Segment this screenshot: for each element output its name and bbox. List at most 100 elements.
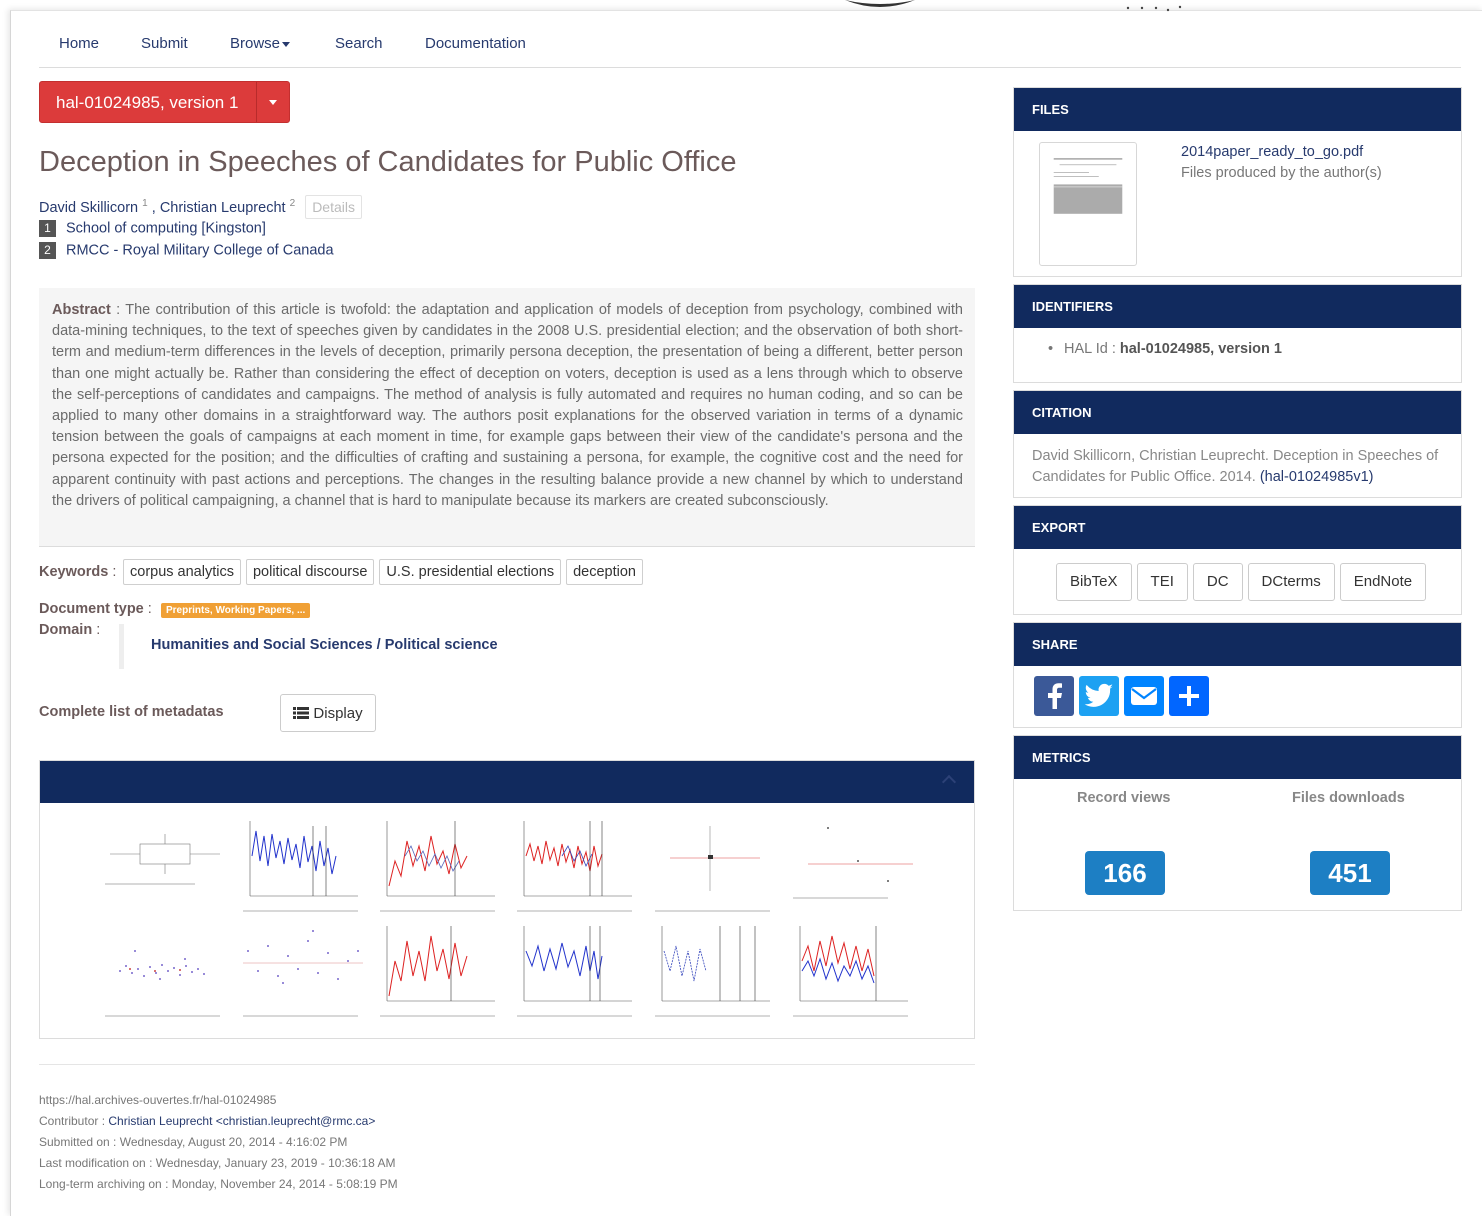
export-dc-button[interactable]: DC xyxy=(1192,563,1243,601)
identifiers-panel: IDENTIFIERS HAL Id : hal-01024985, versi… xyxy=(1013,284,1462,383)
display-label: Display xyxy=(313,704,363,722)
figure-thumbnail[interactable] xyxy=(375,921,505,1021)
nav-documentation[interactable]: Documentation xyxy=(425,35,526,52)
nav-submit[interactable]: Submit xyxy=(141,35,188,52)
metrics-panel: METRICS Record views Files downloads 166… xyxy=(1013,735,1462,911)
domain-label: Domain : xyxy=(39,622,100,638)
domain-separator: / xyxy=(372,637,385,653)
contributor-link[interactable]: Christian Leuprecht <christian.leuprecht… xyxy=(108,1114,375,1128)
caret-down-icon xyxy=(269,100,277,105)
keywords-list: corpus analytics political discourse U.S… xyxy=(123,559,643,585)
keywords-label: Keywords : xyxy=(39,564,116,580)
archiving-line: Long-term archiving on : Monday, Novembe… xyxy=(39,1177,398,1191)
figure-thumbnail[interactable] xyxy=(375,816,505,916)
authors-separator: , xyxy=(147,200,160,216)
figure-thumbnail[interactable] xyxy=(100,816,230,916)
export-endnote-button[interactable]: EndNote xyxy=(1339,563,1427,601)
display-metadata-button[interactable]: Display xyxy=(280,694,376,732)
file-name-link[interactable]: 2014paper_ready_to_go.pdf xyxy=(1181,144,1363,160)
nav-browse-label: Browse xyxy=(230,35,281,52)
export-panel: EXPORT BibTeX TEI DC DCterms EndNote xyxy=(1013,505,1462,615)
affiliation-link[interactable]: School of computing [Kingston] xyxy=(66,220,266,236)
abstract-text: The contribution of this article is twof… xyxy=(52,302,963,509)
list-icon xyxy=(293,707,310,719)
add-share-icon[interactable] xyxy=(1169,676,1209,716)
citation-panel: CITATION David Skillicorn, Christian Leu… xyxy=(1013,390,1462,498)
author-affil-num: 2 xyxy=(289,198,296,210)
contributor-label: Contributor : xyxy=(39,1114,109,1128)
twitter-icon[interactable] xyxy=(1079,676,1119,716)
metadata-label: Complete list of metadatas xyxy=(39,704,224,720)
affiliation-item: 1 School of computing [Kingston] xyxy=(39,220,266,237)
figure-thumbnail[interactable] xyxy=(788,921,918,1021)
record-views-label: Record views xyxy=(1077,790,1171,806)
figures-panel xyxy=(39,760,975,1039)
affiliation-link[interactable]: RMCC - Royal Military College of Canada xyxy=(66,242,334,258)
permalink[interactable]: https://hal.archives-ouvertes.fr/hal-010… xyxy=(39,1093,276,1107)
files-panel: FILES 2014paper_ready_to_go.pdf Files pr… xyxy=(1013,87,1462,277)
logo-text-fragment xyxy=(1126,5,1182,12)
archiving-value: Monday, November 24, 2014 - 5:08:19 PM xyxy=(171,1177,398,1191)
top-navbar: Home Submit Browse Search Documentation xyxy=(39,34,1461,68)
submitted-line: Submitted on : Wednesday, August 20, 201… xyxy=(39,1135,347,1149)
domain-divider xyxy=(119,624,124,669)
domain-label-text: Domain xyxy=(39,622,93,638)
details-button[interactable]: Details xyxy=(305,195,362,219)
version-dropdown-button[interactable]: hal-01024985, version 1 xyxy=(39,81,290,123)
keyword-tag[interactable]: deception xyxy=(566,559,643,585)
export-dcterms-button[interactable]: DCterms xyxy=(1247,563,1335,601)
email-icon[interactable] xyxy=(1124,676,1164,716)
label-separator: : xyxy=(143,601,152,617)
hal-id: HAL Id : hal-01024985, version 1 xyxy=(1048,341,1282,357)
domain-link-sub[interactable]: Political science xyxy=(385,637,498,653)
pdf-thumbnail[interactable] xyxy=(1039,142,1137,266)
contributor-line: Contributor : Christian Leuprecht <chris… xyxy=(39,1114,375,1128)
hal-id-label: HAL Id : xyxy=(1064,341,1120,357)
hal-id-value: hal-01024985, version 1 xyxy=(1119,341,1282,357)
figures-panel-header xyxy=(40,761,974,803)
abstract-label: Abstract xyxy=(52,302,111,318)
lastmod-value: Wednesday, January 23, 2019 - 10:36:18 A… xyxy=(155,1156,396,1170)
domain-link-main[interactable]: Humanities and Social Sciences xyxy=(151,637,373,653)
export-buttons: BibTeX TEI DC DCterms EndNote xyxy=(1056,563,1427,601)
facebook-icon[interactable] xyxy=(1034,676,1074,716)
lastmod-line: Last modification on : Wednesday, Januar… xyxy=(39,1156,395,1170)
citation-body: David Skillicorn, Christian Leuprecht. D… xyxy=(1032,448,1439,485)
keyword-tag[interactable]: U.S. presidential elections xyxy=(379,559,562,585)
figure-thumbnail[interactable] xyxy=(788,816,918,916)
author-link[interactable]: David Skillicorn xyxy=(39,200,138,216)
metrics-heading: METRICS xyxy=(1014,736,1461,779)
abstract-label-separator: : xyxy=(110,302,126,318)
figure-thumbnail[interactable] xyxy=(238,921,368,1021)
export-tei-button[interactable]: TEI xyxy=(1136,563,1188,601)
label-separator: : xyxy=(92,622,101,638)
doctype-label-text: Document type xyxy=(39,601,144,617)
figure-thumbnail[interactable] xyxy=(238,816,368,916)
file-subtitle: Files produced by the author(s) xyxy=(1181,165,1382,181)
submitted-label: Submitted on : xyxy=(39,1135,120,1149)
chevron-up-icon[interactable] xyxy=(941,774,957,790)
keyword-tag[interactable]: corpus analytics xyxy=(123,559,241,585)
figure-thumbnail[interactable] xyxy=(650,816,780,916)
figure-thumbnail[interactable] xyxy=(512,921,642,1021)
page-title: Deception in Speeches of Candidates for … xyxy=(39,146,737,178)
citation-heading: CITATION xyxy=(1014,391,1461,434)
nav-home[interactable]: Home xyxy=(59,35,99,52)
nav-browse[interactable]: Browse xyxy=(230,35,291,52)
figure-thumbnail[interactable] xyxy=(650,921,780,1021)
figure-thumbnail[interactable] xyxy=(512,816,642,916)
keyword-tag[interactable]: political discourse xyxy=(245,559,375,585)
doctype-label: Document type : xyxy=(39,601,152,617)
caret-down-icon xyxy=(282,41,291,47)
export-heading: EXPORT xyxy=(1014,506,1461,549)
doctype-badge: Preprints, Working Papers, ... xyxy=(161,603,311,618)
export-bibtex-button[interactable]: BibTeX xyxy=(1056,563,1132,601)
citation-link[interactable]: (hal-01024985v1) xyxy=(1260,469,1374,485)
nav-search[interactable]: Search xyxy=(335,35,383,52)
author-link[interactable]: Christian Leuprecht xyxy=(160,200,286,216)
files-downloads-count: 451 xyxy=(1310,851,1390,895)
figure-thumbnail[interactable] xyxy=(100,921,230,1021)
logo-fragment xyxy=(845,0,915,7)
record-views-count: 166 xyxy=(1085,851,1165,895)
version-dropdown-toggle[interactable] xyxy=(256,82,289,122)
